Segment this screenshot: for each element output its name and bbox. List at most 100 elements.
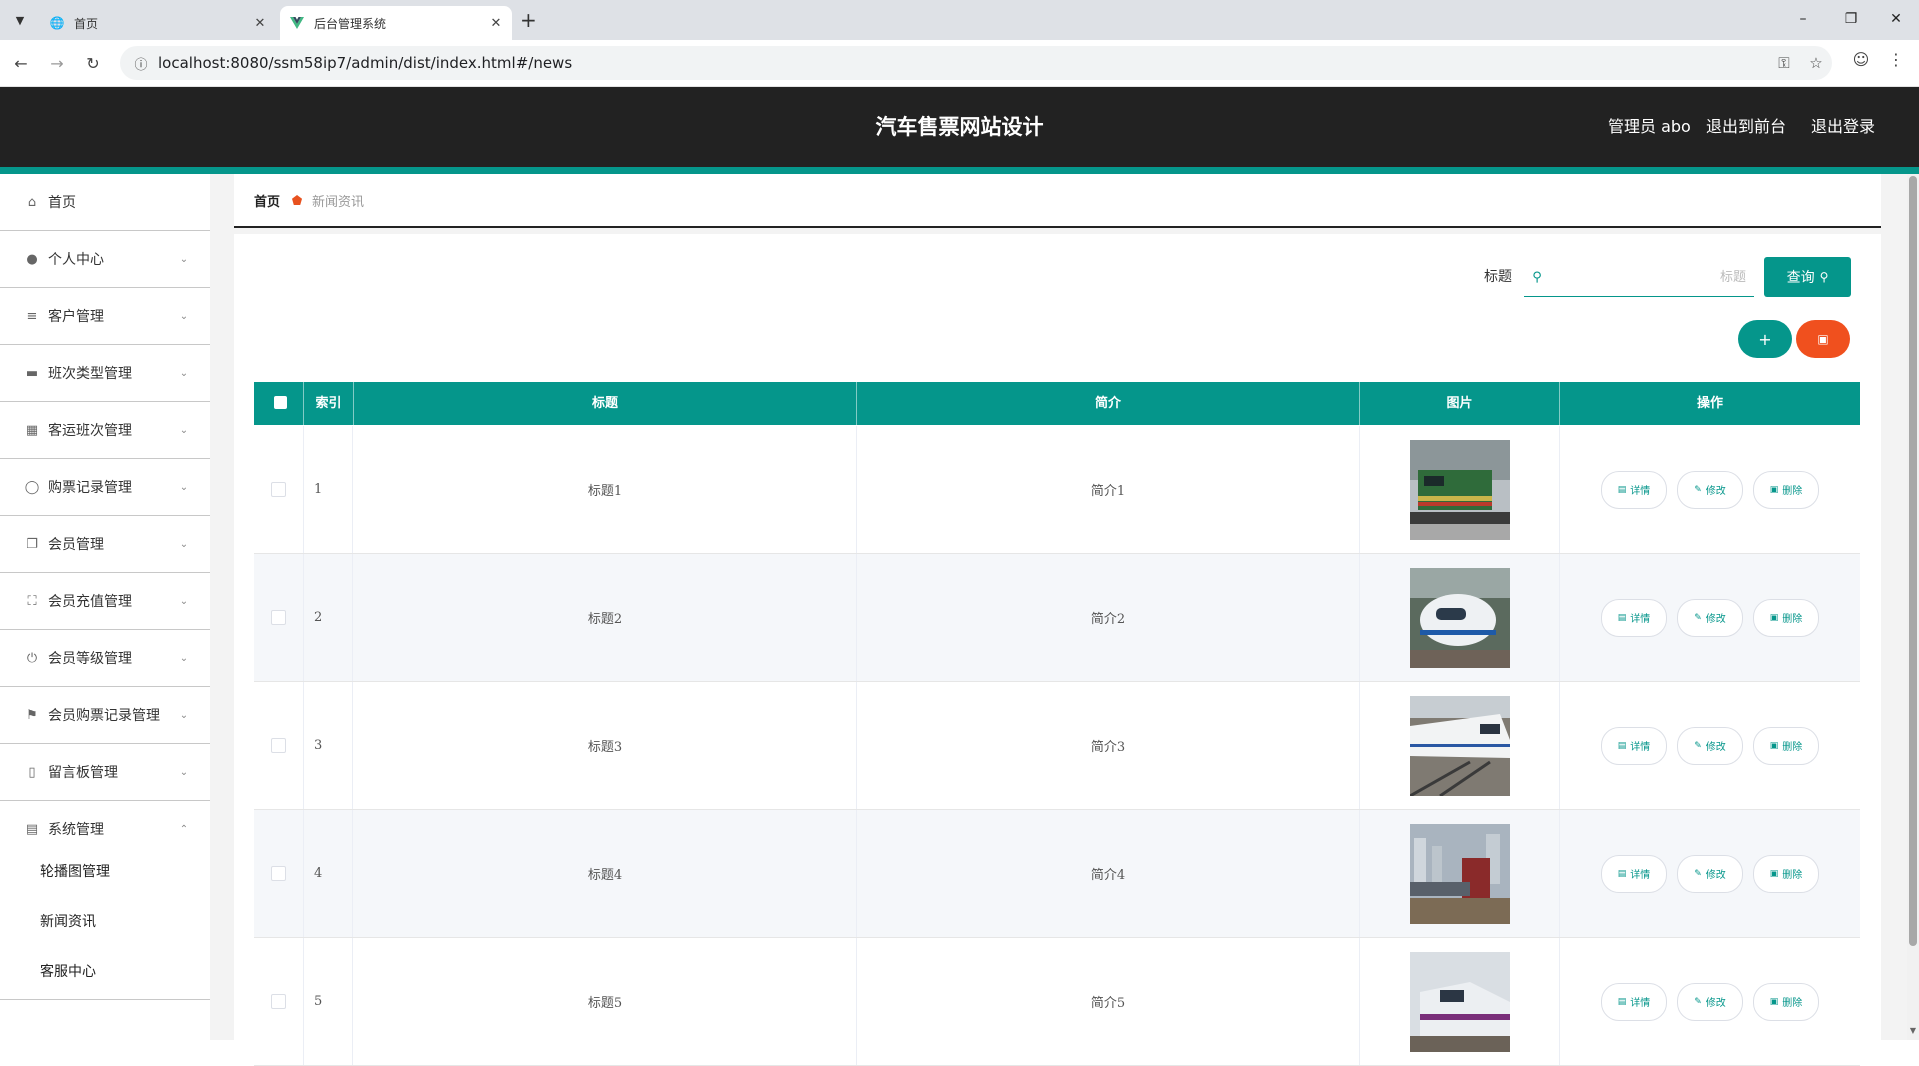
add-button[interactable]: + xyxy=(1738,320,1792,358)
delete-button[interactable]: ▣ 删除 xyxy=(1753,726,1819,765)
sidebar-subitem-news[interactable]: 新闻资讯 xyxy=(40,912,96,932)
sidebar-item-member-ticket-records[interactable]: ⚑ 会员购票记录管理 ⌄ xyxy=(0,687,210,744)
detail-label: 详情 xyxy=(1630,998,1651,1009)
tab-search-chevron-icon[interactable]: ▼ xyxy=(8,8,32,32)
train-image[interactable] xyxy=(1409,823,1510,924)
back-to-front-link[interactable]: 退出到前台 xyxy=(1706,87,1786,167)
row-title: 标题2 xyxy=(354,554,857,681)
key-icon[interactable]: ⚿ xyxy=(1768,54,1800,72)
query-label: 查询 xyxy=(1786,270,1815,286)
row-check-cell xyxy=(254,554,304,681)
row-checkbox[interactable] xyxy=(271,994,286,1009)
sidebar-item-home[interactable]: ⌂ 首页 xyxy=(0,174,210,231)
bookmark-star-icon[interactable]: ☆ xyxy=(1800,54,1832,72)
row-image-cell xyxy=(1360,426,1560,553)
profile-icon[interactable]: ☺ xyxy=(1848,50,1874,69)
search-field[interactable]: ⚲ xyxy=(1524,258,1754,297)
row-image-cell xyxy=(1360,938,1560,1065)
edit-icon: ✎ xyxy=(1694,612,1702,623)
train-image[interactable] xyxy=(1409,951,1510,1052)
restore-icon[interactable]: ❐ xyxy=(1828,6,1874,32)
detail-button[interactable]: ▤ 详情 xyxy=(1601,854,1667,893)
chevron-up-icon: ⌃ xyxy=(179,823,189,835)
sidebar-item-profile[interactable]: ● 个人中心 ⌄ xyxy=(0,231,210,288)
minimize-icon[interactable]: – xyxy=(1780,6,1826,32)
table-row: 5 标题5 简介5 ▤ 详情 ✎ 修改 ▣ 删除 xyxy=(254,938,1860,1066)
row-title: 标题1 xyxy=(354,426,857,553)
back-icon[interactable]: ← xyxy=(8,50,34,76)
column-header-index: 索引 xyxy=(304,382,354,425)
sidebar-item-shift-types[interactable]: ▬ 班次类型管理 ⌄ xyxy=(0,345,210,402)
site-info-icon[interactable]: ⓘ xyxy=(124,54,158,73)
page-scrollbar[interactable]: ▼ xyxy=(1907,174,1919,1040)
train-image[interactable] xyxy=(1409,439,1510,540)
row-index: 3 xyxy=(304,682,353,809)
sidebar-item-member-levels[interactable]: ⏻ 会员等级管理 ⌄ xyxy=(0,630,210,687)
new-tab-icon[interactable]: + xyxy=(520,8,537,32)
batch-delete-button[interactable]: ▣ xyxy=(1796,320,1850,358)
row-check-cell xyxy=(254,426,304,553)
sidebar-item-members[interactable]: ❐ 会员管理 ⌄ xyxy=(0,516,210,573)
chevron-down-icon: ⌄ xyxy=(179,310,189,322)
edit-label: 修改 xyxy=(1705,870,1726,881)
reload-icon[interactable]: ↻ xyxy=(80,50,106,76)
forward-icon[interactable]: → xyxy=(44,50,70,76)
sidebar-item-customers[interactable]: ≡ 客户管理 ⌄ xyxy=(0,288,210,345)
chevron-down-icon: ⌄ xyxy=(179,709,189,721)
browser-tab-home[interactable]: 🌐 首页 ✕ xyxy=(40,6,276,40)
close-tab-icon[interactable]: ✕ xyxy=(486,16,506,31)
query-button[interactable]: 查询 ⚲ xyxy=(1764,257,1851,297)
detail-button[interactable]: ▤ 详情 xyxy=(1601,598,1667,637)
row-checkbox[interactable] xyxy=(271,610,286,625)
train-image[interactable] xyxy=(1409,695,1510,796)
delete-button[interactable]: ▣ 删除 xyxy=(1753,854,1819,893)
sidebar-subitem-service[interactable]: 客服中心 xyxy=(40,962,96,982)
fullscreen-icon: ⛶ xyxy=(27,593,37,609)
detail-button[interactable]: ▤ 详情 xyxy=(1601,470,1667,509)
row-checkbox[interactable] xyxy=(271,866,286,881)
sidebar-item-label: 系统管理 xyxy=(48,822,104,838)
detail-button[interactable]: ▤ 详情 xyxy=(1601,726,1667,765)
edit-button[interactable]: ✎ 修改 xyxy=(1677,982,1743,1021)
compass-icon: ◯ xyxy=(24,479,40,495)
detail-label: 详情 xyxy=(1630,486,1651,497)
delete-button[interactable]: ▣ 删除 xyxy=(1753,470,1819,509)
breadcrumb-home[interactable]: 首页 xyxy=(254,191,280,210)
breadcrumb-current: 新闻资讯 xyxy=(312,194,365,210)
row-actions: ▤ 详情 ✎ 修改 ▣ 删除 xyxy=(1560,938,1860,1065)
scrollbar-thumb[interactable] xyxy=(1909,176,1917,946)
sidebar-item-shifts[interactable]: ▦ 客运班次管理 ⌄ xyxy=(0,402,210,459)
sidebar-subitem-carousel[interactable]: 轮播图管理 xyxy=(40,862,110,882)
breadcrumb-separator-icon xyxy=(292,195,303,205)
select-all-checkbox[interactable] xyxy=(274,396,287,409)
sidebar-item-member-recharge[interactable]: ⛶ 会员充值管理 ⌄ xyxy=(0,573,210,630)
delete-button[interactable]: ▣ 删除 xyxy=(1753,598,1819,637)
edit-icon: ✎ xyxy=(1694,996,1702,1007)
search-label: 标题 xyxy=(1484,269,1512,285)
delete-label: 删除 xyxy=(1782,742,1803,753)
sidebar-item-system[interactable]: ▤ 系统管理 ⌃ xyxy=(0,801,210,857)
sidebar-item-message-board[interactable]: ▯ 留言板管理 ⌄ xyxy=(0,744,210,801)
sidebar-divider xyxy=(0,999,210,1000)
row-index: 4 xyxy=(304,810,353,937)
sidebar-item-ticket-records[interactable]: ◯ 购票记录管理 ⌄ xyxy=(0,459,210,516)
address-bar[interactable]: ⓘ localhost:8080/ssm58ip7/admin/dist/ind… xyxy=(120,46,1832,80)
search-input[interactable] xyxy=(1550,268,1754,286)
edit-button[interactable]: ✎ 修改 xyxy=(1677,726,1743,765)
edit-button[interactable]: ✎ 修改 xyxy=(1677,470,1743,509)
menu-kebab-icon[interactable]: ⋮ xyxy=(1883,50,1909,69)
row-checkbox[interactable] xyxy=(271,738,286,753)
row-checkbox[interactable] xyxy=(271,482,286,497)
detail-button[interactable]: ▤ 详情 xyxy=(1601,982,1667,1021)
edit-button[interactable]: ✎ 修改 xyxy=(1677,598,1743,637)
delete-button[interactable]: ▣ 删除 xyxy=(1753,982,1819,1021)
scroll-down-arrow-icon[interactable]: ▼ xyxy=(1908,1026,1918,1035)
column-header-image: 图片 xyxy=(1360,382,1560,425)
train-image[interactable] xyxy=(1409,567,1510,668)
edit-button[interactable]: ✎ 修改 xyxy=(1677,854,1743,893)
logout-link[interactable]: 退出登录 xyxy=(1811,87,1875,167)
close-tab-icon[interactable]: ✕ xyxy=(250,16,270,31)
browser-tab-admin[interactable]: 后台管理系统 ✕ xyxy=(280,6,512,40)
table-row: 3 标题3 简介3 ▤ 详情 ✎ 修改 ▣ 删除 xyxy=(254,682,1860,810)
close-window-icon[interactable]: ✕ xyxy=(1873,6,1919,32)
